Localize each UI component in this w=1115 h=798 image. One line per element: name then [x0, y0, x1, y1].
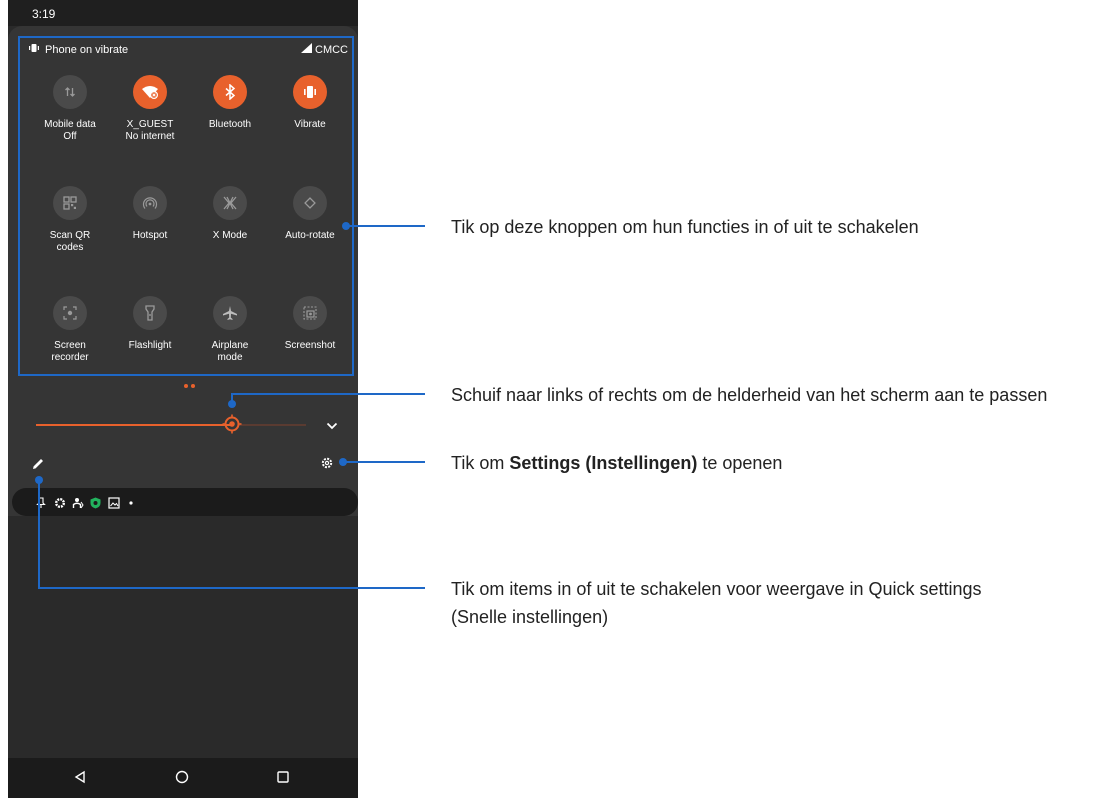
screen-recorder-icon[interactable] [53, 296, 87, 330]
ringer-mode-label: Phone on vibrate [45, 43, 129, 56]
tile-bluetooth[interactable]: Bluetooth [190, 75, 270, 131]
airplane-icon[interactable] [213, 296, 247, 330]
phone-screen: 3:19 Phone on vibrate CMCC Mobile data Of… [8, 0, 358, 798]
shield-icon [90, 496, 101, 514]
chevron-down-icon[interactable] [326, 417, 338, 435]
tile-label: Bluetooth [208, 119, 252, 130]
recents-icon[interactable] [276, 770, 290, 789]
screenshot-icon[interactable] [293, 296, 327, 330]
ringer-mode-status: Phone on vibrate [28, 43, 128, 56]
tile-hotspot[interactable]: Hotspot [110, 186, 190, 242]
home-icon[interactable] [175, 770, 189, 789]
tile-label: Screenshot [284, 340, 336, 351]
tile-airplane[interactable]: Airplane mode [190, 296, 270, 364]
qr-code-icon[interactable] [53, 186, 87, 220]
tile-x-mode[interactable]: X Mode [190, 186, 270, 242]
gear-icon [54, 496, 66, 514]
tile-flashlight[interactable]: Flashlight [110, 296, 190, 352]
flashlight-icon[interactable] [133, 296, 167, 330]
brightness-thumb[interactable] [222, 414, 242, 434]
hotspot-icon[interactable] [133, 186, 167, 220]
tile-label: X Mode [212, 230, 248, 241]
tile-label: Mobile data [44, 119, 96, 130]
more-dot-icon [128, 496, 134, 514]
vibrate-icon [28, 43, 40, 56]
settings-callout-pre: Tik om [451, 453, 510, 473]
navigation-bar [8, 758, 358, 798]
settings-callout: Tik om Settings (Instellingen) te openen [451, 450, 782, 476]
vibrate-icon[interactable] [293, 75, 327, 109]
settings-gear-icon[interactable] [320, 456, 334, 475]
tile-label: Vibrate [294, 119, 326, 130]
tile-screenshot[interactable]: Screenshot [270, 296, 350, 352]
tile-mobile-data[interactable]: Mobile data Off [30, 75, 110, 143]
carrier-status: CMCC [301, 43, 348, 56]
page-dot [184, 384, 188, 388]
tile-wifi-no-internet[interactable]: X_GUEST No internet [110, 75, 190, 143]
edit-callout-line-2: (Snelle instellingen) [451, 607, 609, 627]
tile-label: Screen recorder [51, 340, 89, 363]
clock: 3:19 [32, 7, 56, 21]
settings-callout-bold: Settings (Instellingen) [509, 453, 698, 473]
image-icon [108, 496, 120, 514]
tile-vibrate[interactable]: Vibrate [270, 75, 350, 131]
brightness-slider-fill[interactable] [36, 424, 231, 426]
back-icon[interactable] [73, 770, 87, 789]
brightness-slider-track[interactable] [238, 424, 306, 426]
edit-pencil-icon[interactable] [30, 456, 46, 477]
wifi-no-internet-icon[interactable] [133, 75, 167, 109]
tile-label: Auto-rotate [285, 230, 335, 241]
tiles-callout: Tik op deze knoppen om hun functies in o… [451, 217, 919, 237]
page-dot [191, 384, 195, 388]
mobile-data-icon[interactable] [53, 75, 87, 109]
tile-screen-recorder[interactable]: Screen recorder [30, 296, 110, 364]
signal-icon [301, 43, 312, 56]
tile-sublabel: Off [63, 131, 77, 142]
auto-rotate-icon[interactable] [293, 186, 327, 220]
tile-qr-code[interactable]: Scan QR codes [30, 186, 110, 254]
x-mode-icon[interactable] [213, 186, 247, 220]
tile-label: Airplane mode [211, 340, 249, 363]
accessibility-icon [72, 496, 84, 514]
notification-icons-bar[interactable] [12, 488, 358, 516]
carrier-label: CMCC [315, 43, 348, 56]
pin-icon [36, 496, 46, 514]
tile-label: Scan QR codes [49, 230, 91, 253]
brightness-callout: Schuif naar links of rechts om de helder… [451, 385, 1048, 405]
settings-callout-post: te openen [697, 453, 783, 473]
tile-label: X_GUEST [126, 119, 174, 130]
tile-label: Flashlight [128, 340, 172, 351]
status-bar: 3:19 [8, 0, 358, 26]
bluetooth-icon[interactable] [213, 75, 247, 109]
tile-sublabel: No internet [125, 131, 175, 142]
tile-label: Hotspot [132, 230, 168, 241]
edit-callout-line-1: Tik om items in of uit te schakelen voor… [451, 579, 982, 599]
tile-auto-rotate[interactable]: Auto-rotate [270, 186, 350, 242]
page-indicator [184, 384, 195, 388]
